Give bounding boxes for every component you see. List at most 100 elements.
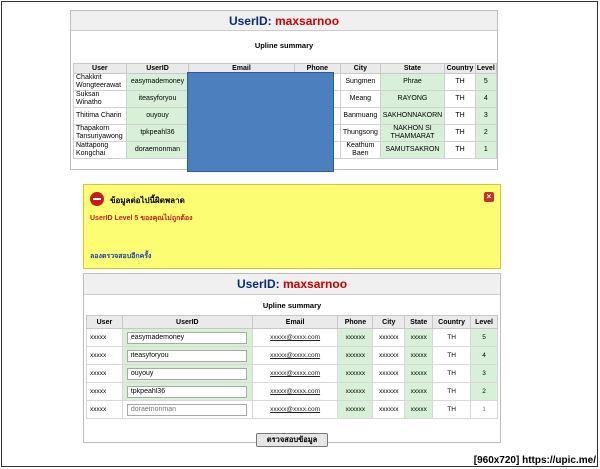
table-row: xxxxx xxxxx@xxxx.com xxxxxx xxxxxx xxxxx… <box>86 382 498 401</box>
cell-email: xxxxx@xxxx.com <box>251 328 339 347</box>
error-message: UserID Level 5 ของคุณไม่ถูกต้อง <box>90 215 193 222</box>
close-icon[interactable]: × <box>484 192 494 202</box>
cell-userid <box>121 346 253 365</box>
userid-input[interactable] <box>126 403 247 416</box>
watermark: [960x720] https://upic.me/ <box>473 455 596 466</box>
cell-userid <box>121 364 253 383</box>
cell-level: 5 <box>470 328 498 347</box>
email-link[interactable]: xxxxx@xxxx.com <box>270 388 320 395</box>
col-phone: Phone <box>337 315 374 329</box>
cell-userid: easymademoney <box>125 73 190 91</box>
userid-label: UserID: <box>228 14 272 28</box>
error-stop-icon <box>90 192 104 206</box>
cell-country: TH <box>444 107 476 125</box>
cell-country: TH <box>432 364 472 383</box>
userid-label: UserID: <box>236 277 280 291</box>
table-row: xxxxx xxxxx@xxxx.com xxxxxx xxxxxx xxxxx… <box>86 364 498 383</box>
table-header: User UserID Email Phone City State Count… <box>86 315 498 329</box>
email-link[interactable]: xxxxx@xxxx.com <box>270 370 320 377</box>
cell-country: TH <box>432 382 472 401</box>
cell-user: xxxxx <box>86 346 123 365</box>
cell-level: 3 <box>474 107 498 125</box>
summary-title: Upline summary <box>254 41 314 50</box>
userid-value: maxsarnoo <box>283 277 348 291</box>
cell-state: xxxxx <box>404 364 434 383</box>
table-row: xxxxx xxxxx@xxxx.com xxxxxx xxxxxx xxxxx… <box>86 346 498 365</box>
cell-phone: xxxxxx <box>337 328 374 347</box>
cell-phone: xxxxxx <box>337 382 374 401</box>
cell-phone: xxxxxx <box>337 400 374 419</box>
cell-phone: xxxxxx <box>337 346 374 365</box>
cell-user: Thapakorn Tansuriyawong <box>73 124 127 142</box>
cell-state: xxxxx <box>404 400 434 419</box>
cell-user: xxxxx <box>86 400 123 419</box>
error-alert: ข้อมูลต่อไปนี้ผิดพลาด × UserID Level 5 ข… <box>83 184 501 269</box>
col-userid: UserID <box>125 63 190 74</box>
cell-state: Phrae <box>379 73 446 91</box>
cell-country: TH <box>432 400 472 419</box>
cell-userid: doraemonman <box>125 141 190 159</box>
cell-level: 2 <box>470 382 498 401</box>
cell-level: 3 <box>470 364 498 383</box>
check-data-button[interactable]: ตรวจสอบข้อมูล <box>256 433 328 447</box>
cell-email: xxxxx@xxxx.com <box>251 346 339 365</box>
cell-state: SAKHONNAKORN <box>379 107 446 125</box>
cell-userid <box>121 382 253 401</box>
col-city: City <box>372 315 406 329</box>
userid-value: maxsarnoo <box>275 14 340 28</box>
cell-state: NAKHON SI THAMMARAT <box>379 124 446 142</box>
cell-level: 1 <box>474 141 498 159</box>
upline-panel-top: UserID: maxsarnoo Upline summary User Us… <box>70 10 498 172</box>
upline-form-table: User UserID Email Phone City State Count… <box>86 315 498 419</box>
cell-country: TH <box>444 141 476 159</box>
col-state: State <box>379 63 446 74</box>
email-link[interactable]: xxxxx@xxxx.com <box>270 334 320 341</box>
col-country: Country <box>444 63 476 74</box>
col-user: User <box>86 315 123 329</box>
error-title: ข้อมูลต่อไปนี้ผิดพลาด <box>110 196 185 205</box>
cell-city: xxxxxx <box>372 364 406 383</box>
cell-userid: iteasyforyou <box>125 90 190 108</box>
cell-country: TH <box>432 328 472 347</box>
cell-city: xxxxxx <box>372 382 406 401</box>
cell-userid <box>121 400 253 419</box>
cell-city: Meang <box>340 90 381 108</box>
cell-city: xxxxxx <box>372 346 406 365</box>
userid-input[interactable] <box>126 331 247 344</box>
userid-input[interactable] <box>126 349 247 362</box>
cell-userid <box>121 328 253 347</box>
cell-level: 5 <box>474 73 498 91</box>
upline-panel-form: UserID: maxsarnoo Upline summary User Us… <box>83 273 501 443</box>
cell-city: Keathum Baen <box>340 141 381 159</box>
cell-country: TH <box>444 73 476 91</box>
userid-input[interactable] <box>126 385 247 398</box>
cell-city: Sungmen <box>340 73 381 91</box>
cell-user: xxxxx <box>86 364 123 383</box>
table-row: xxxxx xxxxx@xxxx.com xxxxxx xxxxxx xxxxx… <box>86 400 498 419</box>
cell-user: xxxxx <box>86 382 123 401</box>
col-user: User <box>73 63 127 74</box>
cell-userid: tpkpeahl36 <box>125 124 190 142</box>
cell-state: xxxxx <box>404 328 434 347</box>
cell-city: Banmuang <box>340 107 381 125</box>
page-title: UserID: maxsarnoo <box>71 11 497 31</box>
cell-userid: ouyouy <box>125 107 190 125</box>
cell-city: Thungsong <box>340 124 381 142</box>
cell-city: xxxxxx <box>372 328 406 347</box>
cell-city: xxxxxx <box>372 400 406 419</box>
cell-state: SAMUTSAKRON <box>379 141 446 159</box>
form-title: UserID: maxsarnoo <box>84 274 500 295</box>
cell-country: TH <box>432 346 472 365</box>
cell-user: xxxxx <box>86 328 123 347</box>
cell-email: xxxxx@xxxx.com <box>251 364 339 383</box>
col-email: Email <box>251 315 339 329</box>
table-row: xxxxx xxxxx@xxxx.com xxxxxx xxxxxx xxxxx… <box>86 328 498 347</box>
cell-level: 2 <box>474 124 498 142</box>
col-level: Level <box>470 315 498 329</box>
userid-input[interactable] <box>126 367 247 380</box>
email-link[interactable]: xxxxx@xxxx.com <box>270 406 320 413</box>
cell-country: TH <box>444 124 476 142</box>
retry-link[interactable]: ลองตรวจสอบอีกครั้ง <box>90 251 151 262</box>
email-link[interactable]: xxxxx@xxxx.com <box>270 352 320 359</box>
col-city: City <box>340 63 381 74</box>
